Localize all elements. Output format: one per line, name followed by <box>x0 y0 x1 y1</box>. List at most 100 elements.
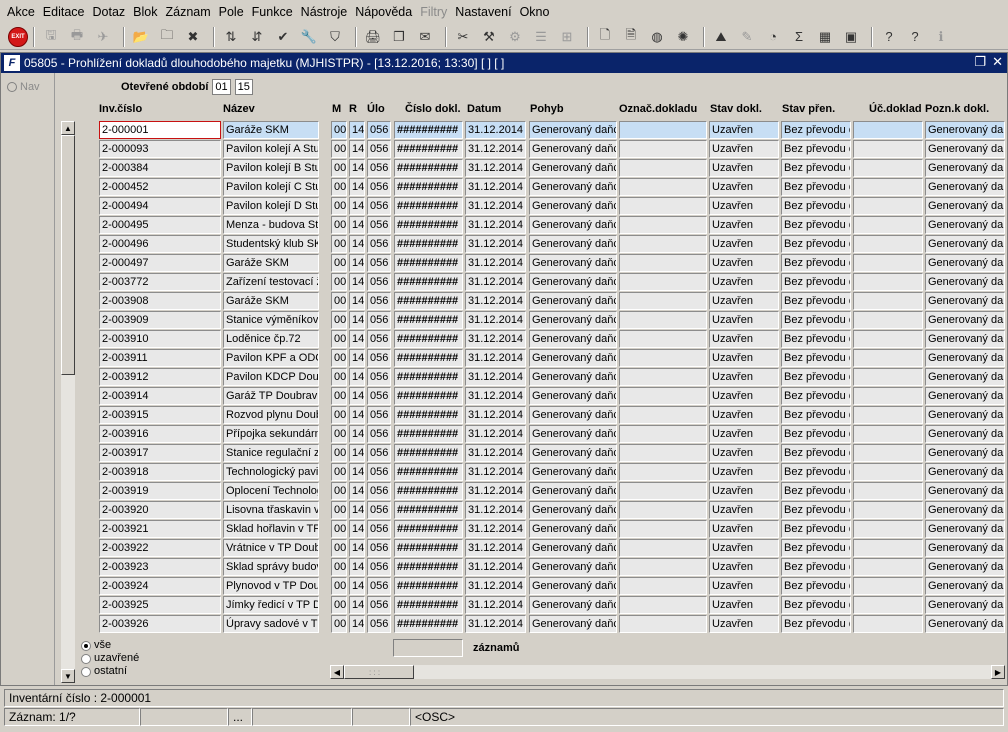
cell-nazev[interactable]: Garáže SKM <box>223 292 319 310</box>
cell-stav-dokl[interactable]: Uzavřen <box>709 178 779 196</box>
cell-datum[interactable]: 31.12.2014 <box>465 463 526 481</box>
cell-ulo[interactable]: 056 <box>367 273 391 291</box>
column-header-pohyb[interactable]: Pohyb <box>530 103 564 115</box>
cell-stav-pren[interactable]: Bez převodu d <box>781 121 851 139</box>
cell-datum[interactable]: 31.12.2014 <box>465 596 526 614</box>
table-row[interactable]: 2-003923 Sklad správy budov 00 14 056 #######… <box>99 558 1005 577</box>
table-row[interactable]: 2-003917 Stanice regulační ze 00 14 056 #####… <box>99 444 1005 463</box>
cell-pozn[interactable]: Generovaný da <box>925 425 1005 443</box>
table-row[interactable]: 2-000452 Pavilon kolejí C Stud 00 14 056 ####… <box>99 178 1005 197</box>
cell-nazev[interactable]: Pavilon kolejí B Stud <box>223 159 319 177</box>
cell-inv[interactable]: 2-000494 <box>99 197 221 215</box>
cell-stav-pren[interactable]: Bez převodu d <box>781 577 851 595</box>
cell-pohyb[interactable]: Generovaný daňc <box>529 425 617 443</box>
cell-datum[interactable]: 31.12.2014 <box>465 273 526 291</box>
cell-cislo[interactable]: ########## <box>394 311 463 329</box>
table-row[interactable]: 2-000093 Pavilon kolejí A Stud 00 14 056 ####… <box>99 140 1005 159</box>
cell-datum[interactable]: 31.12.2014 <box>465 292 526 310</box>
table-row[interactable]: 2-003919 Oplocení Technolog 00 14 056 #######… <box>99 482 1005 501</box>
cell-nazev[interactable]: Plynovod v TP Doub <box>223 577 319 595</box>
cell-r[interactable]: 14 <box>349 463 365 481</box>
cell-uc[interactable] <box>853 159 923 177</box>
cell-pohyb[interactable]: Generovaný daňc <box>529 406 617 424</box>
cell-inv[interactable]: 2-003921 <box>99 520 221 538</box>
cell-oznac[interactable] <box>619 577 707 595</box>
cell-stav-pren[interactable]: Bez převodu d <box>781 311 851 329</box>
cell-m[interactable]: 00 <box>331 406 347 424</box>
cell-pohyb[interactable]: Generovaný daňc <box>529 273 617 291</box>
cell-m[interactable]: 00 <box>331 178 347 196</box>
cell-pozn[interactable]: Generovaný da <box>925 349 1005 367</box>
cell-m[interactable]: 00 <box>331 273 347 291</box>
cell-nazev[interactable]: Studentský klub SKI <box>223 235 319 253</box>
cell-nazev[interactable]: Garáže SKM <box>223 121 319 139</box>
table-row[interactable]: 2-003915 Rozvod plynu Doub 00 14 056 ########… <box>99 406 1005 425</box>
cell-pohyb[interactable]: Generovaný daňc <box>529 596 617 614</box>
sort-desc-icon[interactable]: ⇵ <box>246 26 268 48</box>
cell-r[interactable]: 14 <box>349 178 365 196</box>
restore-icon[interactable]: ❐ <box>974 54 986 70</box>
cell-m[interactable]: 00 <box>331 615 347 633</box>
vertical-scrollbar[interactable]: ▲ ▼ <box>61 121 75 683</box>
cell-m[interactable]: 00 <box>331 425 347 443</box>
cell-pohyb[interactable]: Generovaný daňc <box>529 235 617 253</box>
cell-m[interactable]: 00 <box>331 596 347 614</box>
cell-m[interactable]: 00 <box>331 216 347 234</box>
cell-oznac[interactable] <box>619 482 707 500</box>
cell-inv[interactable]: 2-003918 <box>99 463 221 481</box>
period-month-field[interactable]: 01 <box>212 79 231 95</box>
cell-pohyb[interactable]: Generovaný daňc <box>529 159 617 177</box>
cell-pozn[interactable]: Generovaný da <box>925 596 1005 614</box>
cell-ulo[interactable]: 056 <box>367 539 391 557</box>
cell-cislo[interactable]: ########## <box>394 121 463 139</box>
cell-r[interactable]: 14 <box>349 368 365 386</box>
table-row[interactable]: 2-003911Pavilon KPF a ODCF 0014056#######… <box>99 349 1005 368</box>
cell-pohyb[interactable]: Generovaný daňc <box>529 615 617 633</box>
cell-nazev[interactable]: Úpravy sadové v TP <box>223 615 319 633</box>
cell-pozn[interactable]: Generovaný da <box>925 292 1005 310</box>
cell-inv[interactable]: 2-003919 <box>99 482 221 500</box>
cell-stav-pren[interactable]: Bez převodu d <box>781 596 851 614</box>
cell-pohyb[interactable]: Generovaný daňc <box>529 178 617 196</box>
period-year-field[interactable]: 15 <box>234 79 253 95</box>
cell-pozn[interactable]: Generovaný da <box>925 254 1005 272</box>
cell-uc[interactable] <box>853 273 923 291</box>
cell-stav-pren[interactable]: Bez převodu d <box>781 140 851 158</box>
cell-pozn[interactable]: Generovaný da <box>925 482 1005 500</box>
wrench-icon[interactable]: 🔧 <box>298 26 320 48</box>
cell-nazev[interactable]: Sklad hořlavin v TP <box>223 520 319 538</box>
cell-pozn[interactable]: Generovaný da <box>925 558 1005 576</box>
table-row[interactable]: 2-000494 Pavilon kolejí D Stud 00 14 056 ####… <box>99 197 1005 216</box>
cell-cislo[interactable]: ########## <box>394 425 463 443</box>
cell-ulo[interactable]: 056 <box>367 482 391 500</box>
cell-stav-pren[interactable]: Bez převodu d <box>781 368 851 386</box>
cell-inv[interactable]: 2-003915 <box>99 406 221 424</box>
cell-datum[interactable]: 31.12.2014 <box>465 197 526 215</box>
cell-m[interactable]: 00 <box>331 311 347 329</box>
cell-ulo[interactable]: 056 <box>367 159 391 177</box>
cell-stav-dokl[interactable]: Uzavřen <box>709 444 779 462</box>
cell-datum[interactable]: 31.12.2014 <box>465 311 526 329</box>
cell-inv[interactable]: 2-003908 <box>99 292 221 310</box>
cell-ulo[interactable]: 056 <box>367 197 391 215</box>
column-header-r[interactable]: R <box>349 103 357 115</box>
info-icon[interactable]: ℹ <box>930 26 952 48</box>
cell-oznac[interactable] <box>619 235 707 253</box>
cell-stav-pren[interactable]: Bez převodu d <box>781 273 851 291</box>
cell-pohyb[interactable]: Generovaný daňc <box>529 387 617 405</box>
cell-cislo[interactable]: ########## <box>394 387 463 405</box>
cell-inv[interactable]: 2-000496 <box>99 235 221 253</box>
table-row[interactable]: 2-000495 Menza - budova Stu 00 14 056 #######… <box>99 216 1005 235</box>
cell-nazev[interactable]: Pavilon kolejí A Stud <box>223 140 319 158</box>
cell-stav-dokl[interactable]: Uzavřen <box>709 254 779 272</box>
cell-pohyb[interactable]: Generovaný daňc <box>529 197 617 215</box>
table-row[interactable]: 2-003920 Lisovna třaskavin v 00 14 056 ######… <box>99 501 1005 520</box>
cell-oznac[interactable] <box>619 140 707 158</box>
scroll-left-button[interactable]: ◀ <box>330 665 344 679</box>
column-header-nazev[interactable]: Název <box>223 103 255 115</box>
cell-pohyb[interactable]: Generovaný daňc <box>529 463 617 481</box>
cell-ulo[interactable]: 056 <box>367 254 391 272</box>
table-row[interactable]: 2-003921 Sklad hořlavin v TP 00 14 056 ######… <box>99 520 1005 539</box>
cell-nazev[interactable]: Rozvod plynu Doub <box>223 406 319 424</box>
cell-datum[interactable]: 31.12.2014 <box>465 368 526 386</box>
